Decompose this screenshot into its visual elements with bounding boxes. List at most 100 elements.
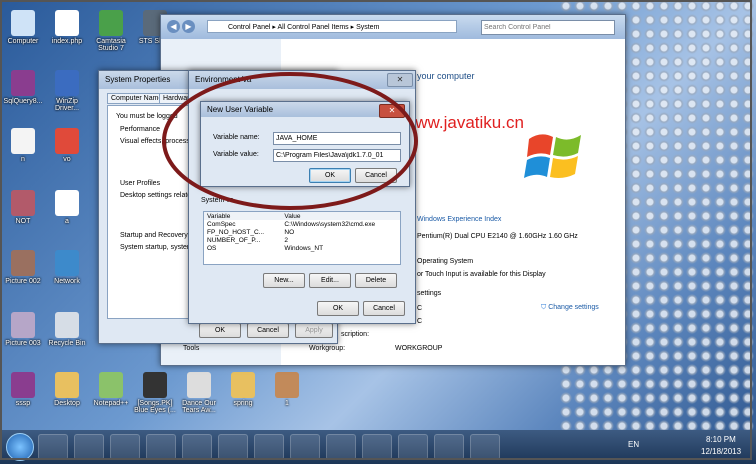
desktop-icon[interactable]: WinZip Driver... bbox=[44, 70, 90, 112]
notepad-icon[interactable] bbox=[182, 434, 212, 460]
desktop-icon-glyph bbox=[55, 372, 79, 398]
forward-icon[interactable]: ▶ bbox=[182, 20, 195, 33]
explorer-icon[interactable] bbox=[362, 434, 392, 460]
desktop-icon-label: Desktop bbox=[54, 400, 80, 407]
desktop-icon[interactable]: Camtasia Studio 7 bbox=[88, 10, 134, 52]
ie-icon[interactable] bbox=[38, 434, 68, 460]
sp-apply-button[interactable]: Apply bbox=[295, 323, 333, 338]
env-vars-table[interactable]: Variable Value ComSpec C:\Windows\system3… bbox=[203, 211, 401, 265]
env-new-button[interactable]: New... bbox=[263, 273, 305, 288]
cmd-icon[interactable] bbox=[290, 434, 320, 460]
taskbar: EN 8:10 PM 12/18/2013 bbox=[0, 430, 756, 464]
processor-value: Pentium(R) Dual CPU E2140 @ 1.60GHz 1.60… bbox=[417, 233, 578, 240]
desktop-icon[interactable]: [Songs.PK] Blue Eyes (... bbox=[132, 372, 178, 414]
env-cancel-button[interactable]: Cancel bbox=[363, 301, 405, 316]
desktop-icon-label: Dance Our Tears Aw... bbox=[182, 400, 216, 414]
desktop-icon-label: a bbox=[65, 218, 69, 225]
env-delete-button[interactable]: Delete bbox=[355, 273, 397, 288]
firefox-icon[interactable] bbox=[326, 434, 356, 460]
control-panel-icon[interactable] bbox=[434, 434, 464, 460]
desktop-icon[interactable]: SqlQuery8... bbox=[0, 70, 46, 105]
col-value[interactable]: Value bbox=[281, 212, 400, 220]
desktop-icon-label: index.php bbox=[51, 38, 83, 45]
desktop-icon-glyph bbox=[99, 372, 123, 398]
page-title: your computer bbox=[417, 71, 475, 81]
desktop-icon-glyph bbox=[143, 372, 167, 398]
app-last-icon[interactable] bbox=[470, 434, 500, 460]
row-value: C:\Windows\system32\cmd.exe bbox=[284, 220, 376, 228]
settings-section-label: settings bbox=[417, 290, 442, 297]
sp-profiles-label: User Profiles bbox=[120, 180, 161, 187]
desktop-icon[interactable]: Notepad++ bbox=[88, 372, 134, 407]
desktop-icon[interactable]: 1 bbox=[264, 372, 310, 407]
desktop-icon[interactable]: NOT bbox=[0, 190, 46, 225]
desktop-icon[interactable]: Computer bbox=[0, 10, 46, 45]
cp-address-bar: ◀ ▶ Control Panel ▸ All Control Panel It… bbox=[161, 15, 625, 39]
desktop-icon-glyph bbox=[99, 10, 123, 36]
clock-time[interactable]: 8:10 PM bbox=[706, 435, 736, 444]
desktop-icon[interactable]: vo bbox=[44, 128, 90, 163]
desktop-icon[interactable]: index.php bbox=[44, 10, 90, 45]
desktop-icon-label: NOT bbox=[15, 218, 31, 225]
desktop-icon[interactable]: Picture 003 bbox=[0, 312, 46, 347]
row-value: NO bbox=[284, 228, 295, 236]
start-button[interactable] bbox=[6, 433, 34, 461]
desktop-icon-label: Recycle Bin bbox=[48, 340, 86, 347]
change-settings-label[interactable]: Change settings bbox=[548, 304, 599, 311]
desktop-icon[interactable]: sssp bbox=[0, 372, 46, 407]
app-8-icon[interactable] bbox=[254, 434, 284, 460]
shield-icon: ⛉ bbox=[541, 304, 547, 311]
desktop-icon[interactable]: Picture 002 bbox=[0, 250, 46, 285]
desktop-icon-label: [Songs.PK] Blue Eyes (... bbox=[134, 400, 176, 414]
row-name: FP_NO_HOST_C... bbox=[207, 228, 265, 236]
desktop-icon-glyph bbox=[231, 372, 255, 398]
desktop-icon[interactable]: Recycle Bin bbox=[44, 312, 90, 347]
desktop-icon-label: vo bbox=[63, 156, 71, 163]
env-edit-button[interactable]: Edit... bbox=[309, 273, 351, 288]
sp-ok-button[interactable]: OK bbox=[199, 323, 241, 338]
media-player-icon[interactable] bbox=[74, 434, 104, 460]
col-variable[interactable]: Variable bbox=[204, 212, 281, 220]
row-name: OS bbox=[207, 244, 217, 252]
table-row[interactable]: ComSpec C:\Windows\system32\cmd.exe bbox=[204, 220, 400, 228]
desktop-icon-label: Network bbox=[54, 278, 80, 285]
desktop-icon[interactable]: Network bbox=[44, 250, 90, 285]
desktop-icon-glyph bbox=[11, 372, 35, 398]
desktop-icon-label: spring bbox=[233, 400, 253, 407]
sp-cancel-button[interactable]: Cancel bbox=[247, 323, 289, 338]
back-icon[interactable]: ◀ bbox=[167, 20, 180, 33]
breadcrumb-control-panel[interactable]: Control Panel bbox=[228, 24, 270, 31]
table-row[interactable]: FP_NO_HOST_C... NO bbox=[204, 228, 400, 236]
desktop-icon-label: Notepad++ bbox=[93, 400, 129, 407]
language-indicator[interactable]: EN bbox=[628, 440, 639, 449]
word-icon[interactable] bbox=[398, 434, 428, 460]
desktop-icon[interactable]: a bbox=[44, 190, 90, 225]
app-sd-icon[interactable] bbox=[110, 434, 140, 460]
sp-perf-label: Performance bbox=[120, 126, 161, 133]
change-settings-link[interactable]: ⛉ Change settings bbox=[541, 304, 599, 312]
eclipse-icon[interactable] bbox=[218, 434, 248, 460]
desktop-icon[interactable]: Desktop bbox=[44, 372, 90, 407]
breadcrumb[interactable]: Control Panel ▸ All Control Panel Items … bbox=[207, 20, 457, 33]
chrome-icon[interactable] bbox=[146, 434, 176, 460]
sp-tab-computer-name[interactable]: Computer Name bbox=[107, 93, 167, 104]
clock-date[interactable]: 12/18/2013 bbox=[701, 447, 741, 456]
breadcrumb-all-items[interactable]: All Control Panel Items bbox=[277, 24, 348, 31]
desktop-icon-glyph bbox=[11, 70, 35, 96]
breadcrumb-system[interactable]: System bbox=[356, 24, 379, 31]
desktop-icon-label: Picture 003 bbox=[5, 340, 41, 347]
wei-link[interactable]: Windows Experience Index bbox=[417, 216, 501, 223]
table-row[interactable]: NUMBER_OF_P... 2 bbox=[204, 236, 400, 244]
row-value: 2 bbox=[284, 236, 289, 244]
desktop-icon[interactable]: Dance Our Tears Aw... bbox=[176, 372, 222, 414]
desktop-icon-glyph bbox=[55, 10, 79, 36]
c-label-2: C bbox=[417, 318, 423, 325]
table-row[interactable]: OS Windows_NT bbox=[204, 244, 400, 252]
watermark: www.javatiku.cn bbox=[403, 113, 524, 132]
env-ok-button[interactable]: OK bbox=[317, 301, 359, 316]
tools-label: Tools bbox=[183, 345, 200, 352]
desktop-icon[interactable]: spring bbox=[220, 372, 266, 407]
search-input[interactable] bbox=[481, 20, 615, 35]
desktop-icon-label: Picture 002 bbox=[5, 278, 41, 285]
desktop-icon[interactable]: n bbox=[0, 128, 46, 163]
